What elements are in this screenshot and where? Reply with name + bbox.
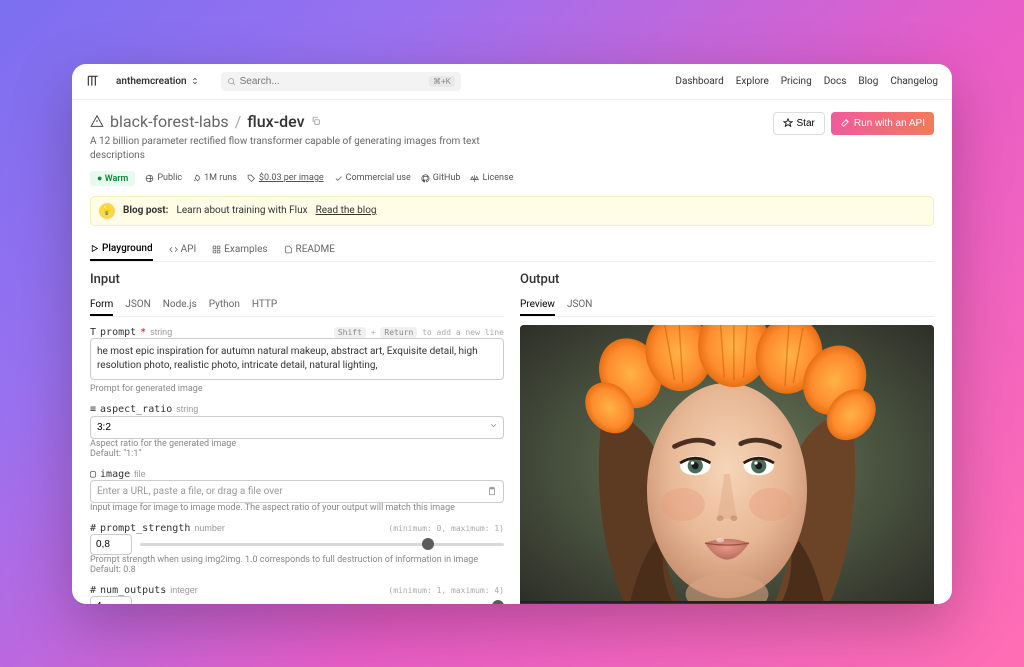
code-icon bbox=[169, 245, 178, 254]
nav-changelog[interactable]: Changelog bbox=[890, 76, 938, 87]
search-input[interactable] bbox=[240, 76, 425, 87]
field-image: ▢ image file Enter a URL, paste a file, … bbox=[90, 469, 504, 513]
grid-icon bbox=[212, 245, 221, 254]
ps-default: Default: 0.8 bbox=[90, 565, 504, 575]
input-tab-form[interactable]: Form bbox=[90, 295, 113, 316]
input-title: Input bbox=[90, 272, 504, 287]
status-badge: ● Warm bbox=[90, 171, 135, 186]
globe-icon bbox=[145, 174, 154, 183]
chevron-updown-icon bbox=[191, 77, 199, 85]
model-description: A 12 billion parameter rectified flow tr… bbox=[90, 135, 510, 163]
banner-text: Learn about training with Flux bbox=[176, 205, 307, 216]
play-icon bbox=[90, 244, 99, 253]
meta-runs: 1M runs bbox=[192, 173, 237, 183]
check-icon bbox=[334, 174, 343, 183]
tab-playground[interactable]: Playground bbox=[90, 238, 153, 261]
org-switcher[interactable]: anthemcreation bbox=[110, 73, 205, 90]
top-nav: Dashboard Explore Pricing Docs Blog Chan… bbox=[675, 76, 938, 87]
output-tabs: Preview JSON bbox=[520, 295, 934, 317]
bulb-icon: 💡 bbox=[99, 203, 115, 219]
rocket-icon bbox=[192, 174, 201, 183]
output-image-2[interactable] bbox=[520, 603, 934, 604]
star-button[interactable]: Star bbox=[773, 112, 825, 135]
file-icon bbox=[284, 245, 293, 254]
ps-help: Prompt strength when using img2img. 1.0 … bbox=[90, 555, 504, 565]
nav-explore[interactable]: Explore bbox=[736, 76, 769, 87]
prompt-strength-input[interactable] bbox=[90, 534, 132, 555]
input-panel: Input Form JSON Node.js Python HTTP T pr… bbox=[90, 272, 504, 604]
form-body: T prompt* string Shift + Return to add a… bbox=[90, 327, 504, 604]
tab-readme[interactable]: README bbox=[284, 238, 335, 261]
github-icon bbox=[421, 174, 430, 183]
wand-icon bbox=[840, 118, 850, 128]
meta-price[interactable]: $0.03 per image bbox=[247, 173, 324, 183]
tag-icon bbox=[247, 174, 256, 183]
blog-banner: 💡 Blog post: Learn about training with F… bbox=[90, 196, 934, 226]
field-aspect-ratio: ≡ aspect_ratio string 3:2 Aspect ratio f… bbox=[90, 404, 504, 459]
warning-icon bbox=[90, 114, 104, 128]
header-actions: Star Run with an API bbox=[773, 112, 935, 135]
prompt-textarea[interactable]: he most epic inspiration for autumn natu… bbox=[90, 338, 504, 380]
model-title: black-forest-labs / flux-dev bbox=[90, 112, 513, 131]
output-tab-preview[interactable]: Preview bbox=[520, 295, 555, 316]
copy-icon[interactable] bbox=[311, 116, 321, 126]
input-tab-json[interactable]: JSON bbox=[125, 295, 150, 316]
clipboard-icon bbox=[487, 486, 497, 496]
run-api-button[interactable]: Run with an API bbox=[831, 112, 934, 135]
model-meta: ● Warm Public 1M runs $0.03 per image Co… bbox=[90, 171, 513, 186]
model-header: black-forest-labs / flux-dev A 12 billio… bbox=[90, 112, 934, 186]
num-outputs-input[interactable] bbox=[90, 596, 132, 604]
content: black-forest-labs / flux-dev A 12 billio… bbox=[72, 100, 952, 604]
output-frame bbox=[520, 325, 934, 604]
input-tabs: Form JSON Node.js Python HTTP bbox=[90, 295, 504, 317]
topbar: anthemcreation ⌘+K Dashboard Explore Pri… bbox=[72, 64, 952, 100]
search-kbd: ⌘+K bbox=[429, 76, 455, 87]
banner-link[interactable]: Read the blog bbox=[316, 205, 377, 216]
aspect-ratio-select[interactable]: 3:2 bbox=[90, 416, 504, 439]
output-panel: Output Preview JSON bbox=[520, 272, 934, 604]
input-tab-python[interactable]: Python bbox=[209, 295, 240, 316]
meta-commercial: Commercial use bbox=[334, 173, 411, 183]
prompt-strength-slider[interactable] bbox=[140, 543, 504, 546]
field-num-outputs: # num_outputs integer (minimum: 1, maxim… bbox=[90, 585, 504, 604]
panels: Input Form JSON Node.js Python HTTP T pr… bbox=[90, 272, 934, 604]
nav-blog[interactable]: Blog bbox=[858, 76, 878, 87]
input-tab-node[interactable]: Node.js bbox=[163, 295, 197, 316]
prompt-help: Prompt for generated image bbox=[90, 384, 504, 394]
model-name[interactable]: flux-dev bbox=[247, 112, 304, 131]
aspect-help: Aspect ratio for the generated image bbox=[90, 439, 504, 449]
search-box[interactable]: ⌘+K bbox=[221, 72, 461, 91]
nav-pricing[interactable]: Pricing bbox=[781, 76, 812, 87]
search-icon bbox=[227, 77, 236, 86]
input-tab-http[interactable]: HTTP bbox=[252, 295, 277, 316]
output-tab-json[interactable]: JSON bbox=[567, 295, 592, 316]
field-prompt-strength: # prompt_strength number (minimum: 0, ma… bbox=[90, 523, 504, 575]
logo-icon bbox=[86, 74, 100, 88]
banner-prefix: Blog post: bbox=[123, 205, 168, 216]
image-help: Input image for image to image mode. The… bbox=[90, 503, 504, 513]
tab-examples[interactable]: Examples bbox=[212, 238, 267, 261]
nav-docs[interactable]: Docs bbox=[824, 76, 847, 87]
tab-api[interactable]: API bbox=[169, 238, 197, 261]
model-owner[interactable]: black-forest-labs bbox=[110, 112, 229, 131]
app-frame: anthemcreation ⌘+K Dashboard Explore Pri… bbox=[72, 64, 952, 604]
field-prompt: T prompt* string Shift + Return to add a… bbox=[90, 327, 504, 394]
image-file-input[interactable]: Enter a URL, paste a file, or drag a fil… bbox=[90, 480, 504, 503]
output-image-1[interactable] bbox=[520, 325, 934, 601]
org-name: anthemcreation bbox=[116, 76, 187, 87]
nav-dashboard[interactable]: Dashboard bbox=[675, 76, 723, 87]
scale-icon bbox=[470, 174, 479, 183]
main-tabs: Playground API Examples README bbox=[90, 238, 934, 262]
meta-visibility: Public bbox=[145, 173, 182, 183]
meta-github[interactable]: GitHub bbox=[421, 173, 461, 183]
aspect-default: Default: "1:1" bbox=[90, 449, 504, 459]
meta-license[interactable]: License bbox=[470, 173, 513, 183]
star-icon bbox=[783, 118, 793, 128]
output-title: Output bbox=[520, 272, 934, 287]
